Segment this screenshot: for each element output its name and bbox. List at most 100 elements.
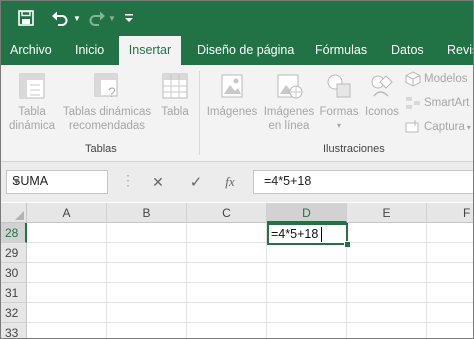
cell-b31[interactable] [107, 283, 187, 303]
name-box[interactable]: SUMA ▼ [6, 170, 108, 194]
formula-input[interactable]: =4*5+18 [253, 170, 473, 194]
shapes-icon [317, 71, 361, 101]
captura-dropdown-icon: ▾ [466, 122, 471, 132]
cell-f29[interactable] [427, 243, 473, 263]
cell-c32[interactable] [187, 303, 267, 323]
pivot-table-icon [5, 71, 59, 101]
cell-e31[interactable] [347, 283, 427, 303]
row-header-30[interactable]: 30 [1, 263, 27, 283]
tab-formulas[interactable]: Fórmulas [315, 35, 367, 65]
cell-a31[interactable] [27, 283, 107, 303]
cancel-icon[interactable]: ✕ [147, 171, 169, 193]
cell-a30[interactable] [27, 263, 107, 283]
smartart-button[interactable]: SmartArt [405, 95, 469, 111]
svg-text:?: ? [108, 84, 116, 100]
cell-b28[interactable] [107, 223, 187, 243]
recommended-pivot-icon: ? [61, 71, 153, 101]
tablas-recomendadas-button[interactable]: ? Tablas dinámicas recomendadas [61, 65, 153, 133]
cell-b29[interactable] [107, 243, 187, 263]
ribbon-insertar: Tabla dinámica ? Tablas dinámicas recome… [1, 65, 473, 162]
icons-icon [361, 71, 403, 101]
formula-bar-divider-icon: ⋮ [121, 172, 135, 188]
column-header-e[interactable]: E [347, 203, 427, 223]
tab-inicio[interactable]: Inicio [75, 35, 104, 65]
tab-archivo[interactable]: Archivo [10, 35, 52, 65]
cell-a32[interactable] [27, 303, 107, 323]
row-header-33[interactable]: 33 [1, 323, 27, 338]
text-cursor [321, 227, 322, 242]
formula-input-value: =4*5+18 [264, 174, 312, 188]
column-header-a[interactable]: A [27, 203, 107, 223]
row-header-31[interactable]: 31 [1, 283, 27, 303]
cell-c29[interactable] [187, 243, 267, 263]
undo-dropdown-icon[interactable]: ▼ [71, 1, 83, 35]
worksheet-grid: A B C D E F 28 29 30 31 32 33 =4*5+18 [1, 203, 473, 338]
row-header-32[interactable]: 32 [1, 303, 27, 323]
cell-e29[interactable] [347, 243, 427, 263]
cell-e30[interactable] [347, 263, 427, 283]
cell-c33[interactable] [187, 323, 267, 338]
select-all-corner[interactable] [1, 203, 27, 223]
table-icon [155, 71, 195, 101]
cell-d32[interactable] [267, 303, 347, 323]
name-box-dropdown-icon[interactable]: ▼ [12, 176, 102, 186]
cell-d31[interactable] [267, 283, 347, 303]
cell-c30[interactable] [187, 263, 267, 283]
tabla-button[interactable]: Tabla [155, 65, 195, 119]
column-header-b[interactable]: B [107, 203, 187, 223]
enter-icon[interactable]: ✓ [185, 171, 207, 193]
active-cell-value: =4*5+18 [271, 227, 319, 241]
column-header-c[interactable]: C [187, 203, 267, 223]
ribbon-tabs: Archivo Inicio Insertar Diseño de página… [1, 35, 473, 65]
cell-b30[interactable] [107, 263, 187, 283]
fill-handle[interactable] [344, 241, 351, 248]
tab-insertar[interactable]: Insertar [119, 36, 181, 65]
cell-d29[interactable] [267, 243, 347, 263]
tab-diseno-de-pagina[interactable]: Diseño de página [197, 35, 294, 65]
row-header-28[interactable]: 28 [1, 223, 27, 243]
cell-d30[interactable] [267, 263, 347, 283]
save-icon[interactable] [15, 1, 37, 35]
tab-revisar[interactable]: Revis [447, 35, 473, 65]
tab-datos[interactable]: Datos [391, 35, 424, 65]
column-header-d[interactable]: D [267, 203, 347, 223]
cell-a28[interactable] [27, 223, 107, 243]
iconos-button[interactable]: Iconos [361, 65, 403, 119]
redo-icon [87, 1, 107, 35]
screenshot-icon [405, 119, 421, 135]
3d-models-icon [405, 71, 421, 87]
formas-button[interactable]: Formas ▾ [317, 65, 361, 133]
online-picture-icon [261, 71, 317, 101]
smartart-icon [405, 95, 421, 111]
cell-c28[interactable] [187, 223, 267, 243]
undo-icon[interactable] [49, 1, 71, 35]
cell-d33[interactable] [267, 323, 347, 338]
excel-window: ▼ ▼ Archivo Inicio Insertar Diseño de pá… [0, 0, 474, 339]
cell-a33[interactable] [27, 323, 107, 338]
column-header-f[interactable]: F [427, 203, 473, 223]
cell-f32[interactable] [427, 303, 473, 323]
cell-a29[interactable] [27, 243, 107, 263]
cell-f28[interactable] [427, 223, 473, 243]
insert-function-icon[interactable]: fx [219, 171, 241, 193]
cell-e32[interactable] [347, 303, 427, 323]
customize-qat-icon[interactable] [123, 1, 135, 35]
modelos-button[interactable]: Modelos [405, 71, 467, 87]
row-header-29[interactable]: 29 [1, 243, 27, 263]
redo-dropdown-icon: ▼ [108, 13, 116, 23]
imagenes-button[interactable]: Imágenes [203, 65, 261, 119]
formula-bar: SUMA ▼ ⋮ ✕ ✓ fx =4*5+18 [1, 162, 473, 202]
active-cell-d28[interactable]: =4*5+18 [267, 223, 348, 245]
imagenes-en-linea-button[interactable]: Imágenes en línea [261, 65, 317, 133]
cell-f33[interactable] [427, 323, 473, 338]
cell-e33[interactable] [347, 323, 427, 338]
cell-e28[interactable] [347, 223, 427, 243]
cell-f31[interactable] [427, 283, 473, 303]
cell-b33[interactable] [107, 323, 187, 338]
cell-f30[interactable] [427, 263, 473, 283]
group-separator [199, 71, 200, 155]
tabla-dinamica-button[interactable]: Tabla dinámica [5, 65, 59, 133]
cell-b32[interactable] [107, 303, 187, 323]
cell-c31[interactable] [187, 283, 267, 303]
captura-button[interactable]: Captura ▾ [405, 119, 471, 135]
